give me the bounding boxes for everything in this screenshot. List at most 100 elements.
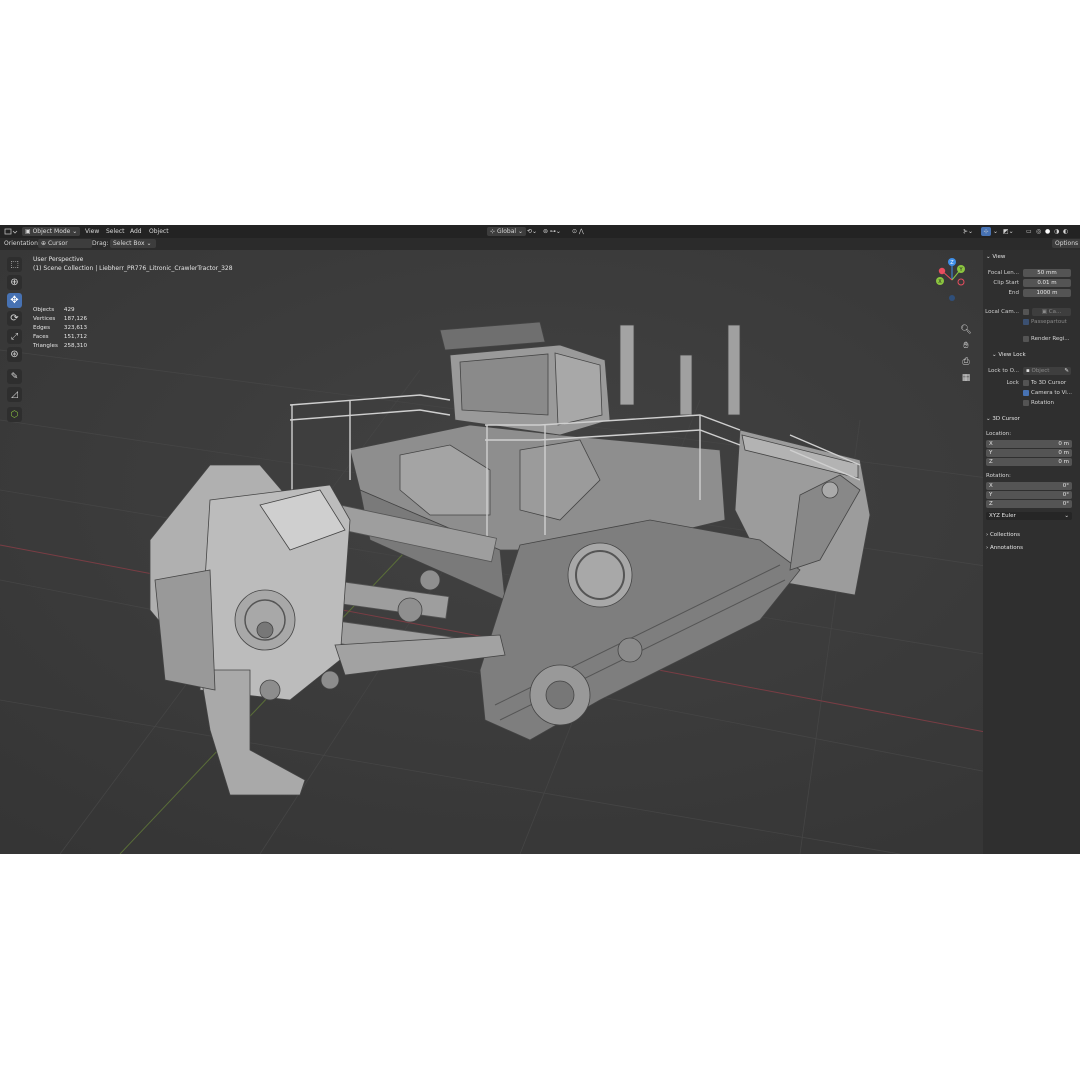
axis-value: 0 m [1058,450,1069,456]
hand-icon: ✋︎ [963,340,969,351]
axis-label: Y [989,492,993,498]
tool-annotate[interactable]: ✎ [7,369,22,384]
tool-scale[interactable]: ⤢ [7,329,22,344]
stat-label: Vertices [33,316,56,322]
move-icon: ✥ [10,295,19,306]
snap-button[interactable]: ⊚ ⊶⌄ [543,227,561,236]
drag-dropdown[interactable]: Select Box ⌄ [110,239,156,248]
axis-label: Z [989,501,993,507]
shading-solid[interactable]: ● [1045,227,1050,236]
annotations-label: Annotations [989,545,1023,551]
collections-section-header[interactable]: › Collections [986,532,1020,538]
zoom-button[interactable]: 🔍︎ [959,323,973,336]
view-lock-label: View Lock [998,352,1026,358]
shading-material[interactable]: ◑ [1054,227,1059,236]
menu-add-label: Add [130,228,142,235]
visibility-button[interactable]: ⊱⌄ [963,227,973,236]
passepartout-checkbox[interactable] [1023,319,1029,325]
select-box-icon: ⬚ [10,259,19,270]
render-region-checkbox[interactable] [1023,336,1029,342]
cursor-rotation-z[interactable]: Z 0° [986,500,1072,508]
axis-value: 0 m [1058,441,1069,447]
transform-orientation-dropdown[interactable]: ⊹ Global ⌄ [487,227,527,236]
menu-view[interactable]: View [85,227,99,236]
local-camera-field[interactable]: ▣ Ca... [1032,308,1071,316]
clip-end-field[interactable]: 1000 m [1023,289,1071,297]
to-3d-cursor-checkbox[interactable] [1023,380,1029,386]
gizmo-dropdown[interactable]: ⌄ [993,227,998,236]
tool-rotate[interactable]: ⟳ [7,311,22,326]
rotation-mode-value: XYZ Euler [989,513,1016,519]
cursor-location-z[interactable]: Z 0 m [986,458,1072,466]
shading-rendered[interactable]: ◐ [1063,227,1068,236]
tool-cursor[interactable]: ⊕ [7,275,22,290]
orientation-dropdown[interactable]: ⊕ Cursor [38,239,92,248]
projection-toggle[interactable]: ▦ [959,371,973,384]
scale-icon: ⤢ [10,331,19,342]
gizmo-toggle[interactable]: ⊹ [981,227,991,236]
cursor-rotation-x[interactable]: X 0° [986,482,1072,490]
stat-row: Edges 323,613 [33,324,93,333]
rotation-mode-dropdown[interactable]: XYZ Euler ⌄ [986,512,1072,520]
stat-row: Triangles 258,310 [33,342,93,351]
axis-label: Z [989,459,993,465]
menu-object[interactable]: Object [149,227,169,236]
3d-viewport[interactable]: ⬚ ⊕ ✥ ⟳ ⤢ ⊛ ✎ ◿ ⬡ User Perspective (1) S… [0,250,1080,854]
view-section-header[interactable]: ⌄ View [986,254,1005,260]
local-camera-checkbox[interactable] [1023,309,1029,315]
cursor-icon: ⊕ [10,277,19,288]
mode-dropdown[interactable]: ▣ Object Mode ⌄ [22,227,81,236]
lock-to-object-field[interactable]: ▪ Object ✎ [1023,367,1071,375]
viewport-header: ▣ Object Mode ⌄ View Select Add Object ⊹… [0,225,1080,238]
shading-wireframe[interactable]: ◎ [1036,227,1041,236]
navigation-gizmo[interactable]: Z Y X [932,258,972,302]
xray-toggle[interactable]: ▭ [1026,227,1032,236]
focal-length-field[interactable]: 50 mm [1023,269,1071,277]
stat-row: Vertices 187,126 [33,315,93,324]
axis-value: 0 m [1058,459,1069,465]
camera-icon: ⎙ [962,356,970,367]
orientation-value: Cursor [47,240,68,247]
blender-window: ▣ Object Mode ⌄ View Select Add Object ⊹… [0,225,1080,854]
rotation-label: Rotation: [986,473,1011,479]
camera-to-view-checkbox[interactable] [1023,390,1029,396]
clip-end-label: End [1008,290,1019,296]
overlay-toggle[interactable]: ◩⌄ [1003,227,1014,236]
tool-transform[interactable]: ⊛ [7,347,22,362]
cursor-location-x[interactable]: X 0 m [986,440,1072,448]
tool-select-box[interactable]: ⬚ [7,257,22,272]
stat-value: 258,310 [63,343,88,349]
stat-label: Edges [33,325,50,331]
tool-measure[interactable]: ◿ [7,387,22,402]
options-button[interactable]: Options [1052,239,1080,248]
tool-add-cube[interactable]: ⬡ [7,407,22,422]
annotations-section-header[interactable]: › Annotations [986,545,1023,551]
collection-line: (1) Scene Collection | Liebherr_PR776_Li… [33,265,233,272]
pivot-icon: ⟲⌄ [527,228,538,235]
render-region-label: Render Regi... [1031,336,1070,342]
editor-type-button[interactable] [4,227,18,236]
pan-button[interactable]: ✋︎ [959,339,973,352]
axis-value: 0° [1062,492,1069,498]
lock-to-object-placeholder: Object [1031,368,1050,374]
focal-length-label: Focal Len... [987,270,1019,276]
stat-row: Faces 151,712 [33,333,93,342]
clip-start-field[interactable]: 0.01 m [1023,279,1071,287]
options-label: Options [1055,240,1079,247]
eyedropper-icon: ✎ [1064,368,1069,374]
menu-object-label: Object [149,228,169,235]
camera-view-button[interactable]: ⎙ [959,355,973,368]
drag-label: Drag: [92,240,109,247]
cursor-rotation-y[interactable]: Y 0° [986,491,1072,499]
menu-add[interactable]: Add [130,227,142,236]
rotation-lock-checkbox[interactable] [1023,400,1029,406]
view-lock-section-header[interactable]: ⌄ View Lock [992,352,1026,358]
3d-cursor-section-header[interactable]: ⌄ 3D Cursor [986,416,1020,422]
menu-select-label: Select [106,228,125,235]
pivot-point-button[interactable]: ⟲⌄ [527,227,537,236]
axis-value: 0° [1062,501,1069,507]
tool-move[interactable]: ✥ [7,293,22,308]
menu-select[interactable]: Select [106,227,125,236]
proportional-edit-button[interactable]: ⊙ ⋀ [572,227,584,236]
cursor-location-y[interactable]: Y 0 m [986,449,1072,457]
